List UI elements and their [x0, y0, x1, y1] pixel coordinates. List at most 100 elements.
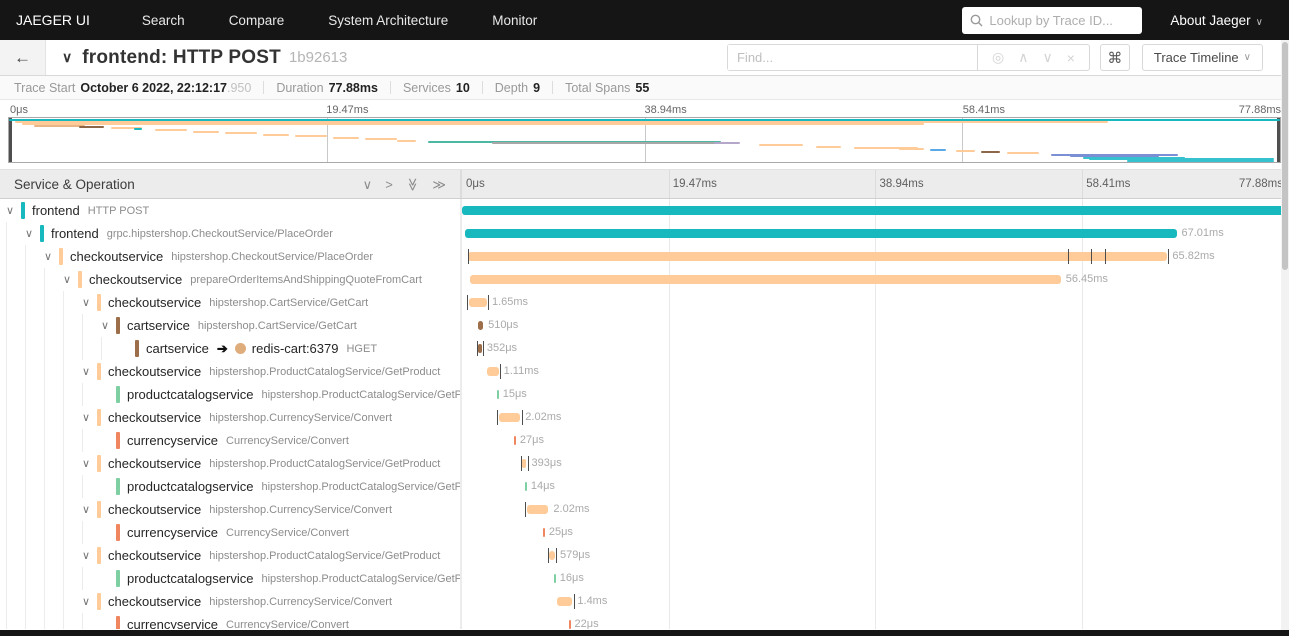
span-row[interactable]: ∨ currencyservice CurrencyService/Conver… [0, 429, 1289, 452]
chevron-down-icon[interactable]: ∨ [82, 503, 97, 516]
span-timeline-cell[interactable]: 22μs [462, 613, 1289, 629]
span-bar[interactable] [548, 551, 555, 560]
focus-match-icon[interactable]: ◎ [992, 49, 1004, 66]
span-name-cell[interactable]: ∨ cartservice hipstershop.CartService/Ge… [0, 314, 462, 337]
span-row[interactable]: ∨ checkoutservice hipstershop.CurrencySe… [0, 498, 1289, 521]
span-timeline-cell[interactable]: 65.82ms [462, 245, 1289, 268]
back-button[interactable]: ← [0, 40, 46, 75]
span-name-cell[interactable]: ∨ productcatalogservice hipstershop.Prod… [0, 383, 462, 406]
collapse-one-icon[interactable]: ∨ [363, 178, 373, 191]
span-timeline-cell[interactable] [462, 199, 1289, 222]
nav-item-monitor[interactable]: Monitor [470, 13, 559, 28]
span-bar[interactable] [553, 574, 556, 583]
span-name-cell[interactable]: ∨ checkoutservice hipstershop.CurrencySe… [0, 498, 462, 521]
clear-find-icon[interactable]: × [1067, 50, 1075, 66]
span-timeline-cell[interactable]: 67.01ms [462, 222, 1289, 245]
span-timeline-cell[interactable]: 2.02ms [462, 406, 1289, 429]
span-name-cell[interactable]: ∨ checkoutservice hipstershop.ProductCat… [0, 544, 462, 567]
span-bar[interactable] [469, 298, 487, 307]
chevron-down-icon[interactable]: ∨ [82, 365, 97, 378]
span-timeline-cell[interactable]: 1.4ms [462, 590, 1289, 613]
span-timeline-cell[interactable]: 352μs [462, 337, 1289, 360]
nav-item-compare[interactable]: Compare [207, 13, 307, 28]
span-bar[interactable] [557, 597, 573, 606]
span-name-cell[interactable]: ∨ frontend grpc.hipstershop.CheckoutServ… [0, 222, 462, 245]
span-row[interactable]: ∨ checkoutservice prepareOrderItemsAndSh… [0, 268, 1289, 291]
span-timeline-cell[interactable]: 2.02ms [462, 498, 1289, 521]
span-bar[interactable] [496, 390, 499, 399]
scrollbar-thumb[interactable] [1282, 42, 1288, 270]
chevron-down-icon[interactable]: ∨ [82, 457, 97, 470]
span-bar[interactable] [462, 206, 1289, 215]
span-row[interactable]: ∨ checkoutservice hipstershop.CartServic… [0, 291, 1289, 314]
nav-item-system-architecture[interactable]: System Architecture [306, 13, 470, 28]
chevron-down-icon[interactable]: ∨ [82, 411, 97, 424]
nav-item-search[interactable]: Search [120, 13, 207, 28]
span-timeline-cell[interactable]: 1.65ms [462, 291, 1289, 314]
span-bar[interactable] [486, 367, 499, 376]
span-timeline-cell[interactable]: 27μs [462, 429, 1289, 452]
span-timeline-cell[interactable]: 393μs [462, 452, 1289, 475]
span-row[interactable]: ∨ cartservice ➔ redis-cart:6379 HGET 352… [0, 337, 1289, 360]
span-timeline-cell[interactable]: 1.11ms [462, 360, 1289, 383]
trace-lookup-input[interactable] [989, 12, 1135, 28]
span-name-cell[interactable]: ∨ checkoutservice hipstershop.ProductCat… [0, 452, 462, 475]
span-timeline-cell[interactable]: 15μs [462, 383, 1289, 406]
chevron-down-icon[interactable]: ∨ [82, 296, 97, 309]
span-bar[interactable] [514, 436, 517, 445]
about-jaeger-menu[interactable]: About Jaeger ∨ [1170, 13, 1289, 28]
trace-view-select[interactable]: Trace Timeline ∨ [1141, 44, 1263, 71]
span-bar[interactable] [467, 252, 1168, 261]
span-name-cell[interactable]: ∨ currencyservice CurrencyService/Conver… [0, 429, 462, 452]
prev-match-icon[interactable]: ∧ [1018, 49, 1028, 66]
chevron-down-icon[interactable]: ∨ [6, 204, 21, 217]
span-bar[interactable] [470, 275, 1061, 284]
span-name-cell[interactable]: ∨ currencyservice CurrencyService/Conver… [0, 613, 462, 629]
span-bar[interactable] [543, 528, 546, 537]
span-name-cell[interactable]: ∨ checkoutservice prepareOrderItemsAndSh… [0, 268, 462, 291]
span-timeline-cell[interactable]: 16μs [462, 567, 1289, 590]
span-timeline-cell[interactable]: 579μs [462, 544, 1289, 567]
expand-all-icon[interactable]: ≫ [432, 178, 446, 191]
span-name-cell[interactable]: ∨ checkoutservice hipstershop.CheckoutSe… [0, 245, 462, 268]
span-row[interactable]: ∨ checkoutservice hipstershop.ProductCat… [0, 360, 1289, 383]
span-bar[interactable] [524, 482, 527, 491]
next-match-icon[interactable]: ∨ [1042, 49, 1052, 66]
span-row[interactable]: ∨ productcatalogservice hipstershop.Prod… [0, 383, 1289, 406]
span-bar[interactable] [568, 620, 571, 629]
span-name-cell[interactable]: ∨ frontend HTTP POST [0, 199, 462, 222]
collapse-trace-chevron-icon[interactable]: ∨ [62, 49, 72, 66]
span-row[interactable]: ∨ productcatalogservice hipstershop.Prod… [0, 567, 1289, 590]
chevron-down-icon[interactable]: ∨ [101, 319, 116, 332]
span-timeline-cell[interactable]: 56.45ms [462, 268, 1289, 291]
span-timeline-cell[interactable]: 25μs [462, 521, 1289, 544]
span-row[interactable]: ∨ checkoutservice hipstershop.ProductCat… [0, 544, 1289, 567]
chevron-down-icon[interactable]: ∨ [44, 250, 59, 263]
span-name-cell[interactable]: ∨ productcatalogservice hipstershop.Prod… [0, 567, 462, 590]
span-name-cell[interactable]: ∨ cartservice ➔ redis-cart:6379 HGET [0, 337, 462, 360]
span-row[interactable]: ∨ cartservice hipstershop.CartService/Ge… [0, 314, 1289, 337]
vertical-scrollbar[interactable] [1281, 40, 1289, 630]
span-row[interactable]: ∨ checkoutservice hipstershop.CurrencySe… [0, 590, 1289, 613]
span-bar[interactable] [477, 321, 484, 330]
span-bar[interactable] [526, 505, 549, 514]
span-row[interactable]: ∨ checkoutservice hipstershop.CurrencySe… [0, 406, 1289, 429]
span-name-cell[interactable]: ∨ checkoutservice hipstershop.ProductCat… [0, 360, 462, 383]
chevron-down-icon[interactable]: ∨ [82, 549, 97, 562]
span-timeline-cell[interactable]: 510μs [462, 314, 1289, 337]
span-row[interactable]: ∨ frontend grpc.hipstershop.CheckoutServ… [0, 222, 1289, 245]
keyboard-shortcuts-button[interactable]: ⌘ [1099, 44, 1130, 71]
span-timeline-cell[interactable]: 14μs [462, 475, 1289, 498]
minimap-canvas[interactable] [8, 117, 1281, 163]
span-row[interactable]: ∨ productcatalogservice hipstershop.Prod… [0, 475, 1289, 498]
span-name-cell[interactable]: ∨ currencyservice CurrencyService/Conver… [0, 521, 462, 544]
span-row[interactable]: ∨ currencyservice CurrencyService/Conver… [0, 521, 1289, 544]
span-name-cell[interactable]: ∨ checkoutservice hipstershop.CurrencySe… [0, 406, 462, 429]
chevron-down-icon[interactable]: ∨ [63, 273, 78, 286]
trace-lookup-box[interactable] [962, 6, 1143, 34]
span-bar[interactable] [498, 413, 521, 422]
span-row[interactable]: ∨ checkoutservice hipstershop.CheckoutSe… [0, 245, 1289, 268]
span-row[interactable]: ∨ currencyservice CurrencyService/Conver… [0, 613, 1289, 629]
span-bar[interactable] [478, 344, 482, 353]
expand-one-icon[interactable]: > [385, 178, 393, 191]
